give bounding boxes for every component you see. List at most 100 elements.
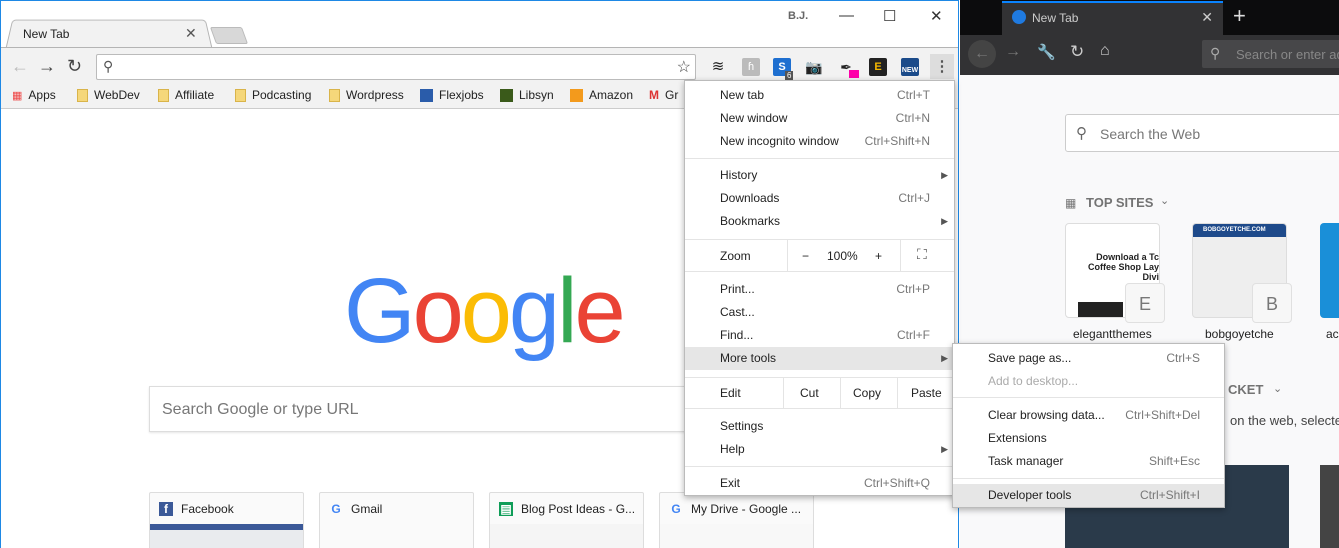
- menu-save-page-as[interactable]: Save page as... Ctrl+S: [953, 347, 1224, 370]
- back-icon[interactable]: ←: [11, 56, 29, 77]
- divider: [783, 378, 784, 408]
- tile-gmail[interactable]: G Gmail: [319, 492, 474, 548]
- google-logo-letter: l: [557, 260, 578, 362]
- buffer-extension-icon[interactable]: ≋: [709, 58, 727, 76]
- paste-button[interactable]: Paste: [911, 386, 942, 400]
- divider: [787, 240, 788, 271]
- label: More tools: [720, 351, 777, 365]
- chevron-down-icon[interactable]: ⌄: [1160, 194, 1169, 207]
- bookmark-webdev[interactable]: WebDev: [77, 88, 140, 102]
- menu-developer-tools[interactable]: Developer tools Ctrl+Shift+I: [953, 484, 1224, 507]
- firefox-url-bar[interactable]: ⚲ Search or enter address: [1202, 40, 1339, 68]
- bookmark-libsyn[interactable]: Libsyn: [500, 88, 554, 102]
- firefox-reload-icon[interactable]: ↻: [1070, 42, 1084, 62]
- menu-downloads[interactable]: Downloads Ctrl+J: [685, 187, 954, 210]
- firefox-tab[interactable]: New Tab ✕: [1002, 1, 1223, 35]
- google-logo-letter: o: [460, 260, 512, 362]
- profile-button[interactable]: B.J.: [788, 10, 808, 22]
- reload-icon[interactable]: ↻: [67, 56, 82, 77]
- firefox-back-icon[interactable]: ←: [968, 40, 996, 68]
- menu-clear-browsing-data[interactable]: Clear browsing data... Ctrl+Shift+Del: [953, 404, 1224, 427]
- wrench-icon[interactable]: 🔧: [1037, 43, 1056, 61]
- menu-task-manager[interactable]: Task manager Shift+Esc: [953, 450, 1224, 473]
- fullscreen-icon[interactable]: ⛶: [917, 246, 927, 263]
- menu-new-incognito-window[interactable]: New incognito window Ctrl+Shift+N: [685, 130, 954, 153]
- new-extension-icon[interactable]: NEW: [901, 58, 919, 76]
- separator: [685, 408, 954, 409]
- tab-close-icon[interactable]: ✕: [185, 25, 197, 42]
- menu-kebab-icon[interactable]: ⋮: [930, 54, 954, 79]
- bookmark-podcasting[interactable]: Podcasting: [235, 88, 311, 102]
- firefox-search-box[interactable]: ⚲ Search the Web: [1065, 114, 1339, 152]
- search-icon: ⚲: [1076, 125, 1087, 142]
- label: Settings: [720, 419, 764, 433]
- grid-icon: ▦: [1065, 196, 1077, 210]
- bookmark-flexjobs[interactable]: Flexjobs: [420, 88, 484, 102]
- menu-exit[interactable]: Exit Ctrl+Shift+Q: [685, 472, 954, 495]
- top-site-partial[interactable]: [1320, 223, 1339, 318]
- top-sites-heading: TOP SITES: [1086, 195, 1154, 210]
- tile-blog-post-ideas[interactable]: ▤ Blog Post Ideas - G...: [489, 492, 644, 548]
- e-extension-icon[interactable]: E: [869, 58, 887, 76]
- menu-new-tab[interactable]: New tab Ctrl+T: [685, 84, 954, 107]
- bookmark-amazon[interactable]: Amazon: [570, 88, 633, 102]
- google-logo-letter: e: [574, 260, 626, 362]
- label: Bookmarks: [720, 214, 781, 228]
- cut-button[interactable]: Cut: [800, 386, 819, 400]
- folder-icon: [77, 88, 88, 102]
- tile-my-drive[interactable]: G My Drive - Google ...: [659, 492, 814, 548]
- bookmark-wordpress[interactable]: Wordpress: [329, 88, 404, 102]
- label: Zoom: [720, 249, 751, 263]
- camera-extension-icon[interactable]: 📷: [805, 58, 823, 76]
- shortcut: Ctrl+J: [898, 191, 930, 205]
- firefox-tab-close-icon[interactable]: ✕: [1201, 9, 1213, 26]
- firefox-forward-icon[interactable]: →: [1005, 43, 1021, 61]
- google-search-box[interactable]: Search Google or type URL: [149, 386, 749, 432]
- omnibox[interactable]: ⚲ ☆: [96, 54, 696, 80]
- menu-extensions[interactable]: Extensions: [953, 427, 1224, 450]
- forward-icon[interactable]: →: [38, 56, 56, 77]
- site-label: bobgoyetche: [1205, 327, 1274, 341]
- divider: [897, 378, 898, 408]
- maximize-icon[interactable]: ☐: [883, 7, 896, 25]
- tile-facebook[interactable]: f Facebook: [149, 492, 304, 548]
- shortcut: Shift+Esc: [1148, 454, 1200, 468]
- zoom-out-button[interactable]: −: [802, 249, 809, 263]
- extension-h-icon[interactable]: ɦ: [742, 58, 760, 76]
- menu-help[interactable]: Help ▶: [685, 438, 954, 461]
- menu-history[interactable]: History ▶: [685, 164, 954, 187]
- new-tab-button[interactable]: [209, 27, 249, 44]
- shortcut: Ctrl+N: [895, 111, 930, 125]
- color-swatch: [849, 70, 859, 78]
- menu-find[interactable]: Find... Ctrl+F: [685, 324, 954, 347]
- google-icon: G: [331, 502, 341, 516]
- shortcut: Ctrl+S: [1166, 351, 1200, 365]
- search-icon: ⚲: [103, 58, 114, 74]
- submenu-arrow-icon: ▶: [941, 170, 948, 180]
- menu-bookmarks[interactable]: Bookmarks ▶: [685, 210, 954, 233]
- google-icon: G: [671, 502, 681, 516]
- bookmark-star-icon[interactable]: ☆: [677, 57, 691, 77]
- menu-cast[interactable]: Cast...: [685, 301, 954, 324]
- minimize-icon[interactable]: —: [839, 7, 854, 24]
- bookmark-apps[interactable]: ▦ Apps: [12, 88, 56, 102]
- home-icon[interactable]: ⌂: [1100, 42, 1110, 60]
- bookmark-affiliate[interactable]: Affiliate: [158, 88, 214, 102]
- shortcut: Ctrl+Shift+Q: [863, 476, 930, 490]
- close-window-icon[interactable]: ✕: [930, 7, 943, 25]
- menu-new-window[interactable]: New window Ctrl+N: [685, 107, 954, 130]
- menu-print[interactable]: Print... Ctrl+P: [685, 278, 954, 301]
- bookmark-gmail[interactable]: M Gr: [649, 88, 678, 102]
- pocket-story-image[interactable]: [1320, 465, 1339, 548]
- flexjobs-icon: [420, 88, 433, 102]
- separator: [685, 271, 954, 272]
- copy-button[interactable]: Copy: [853, 386, 881, 400]
- folder-icon: [329, 88, 340, 102]
- menu-settings[interactable]: Settings: [685, 415, 954, 438]
- firefox-new-tab-icon[interactable]: +: [1233, 3, 1246, 29]
- zoom-in-button[interactable]: +: [875, 249, 882, 263]
- google-logo-letter: g: [508, 260, 560, 362]
- menu-more-tools[interactable]: More tools ▶: [685, 347, 954, 370]
- label: Print...: [720, 282, 755, 296]
- chevron-down-icon[interactable]: ⌄: [1273, 382, 1282, 395]
